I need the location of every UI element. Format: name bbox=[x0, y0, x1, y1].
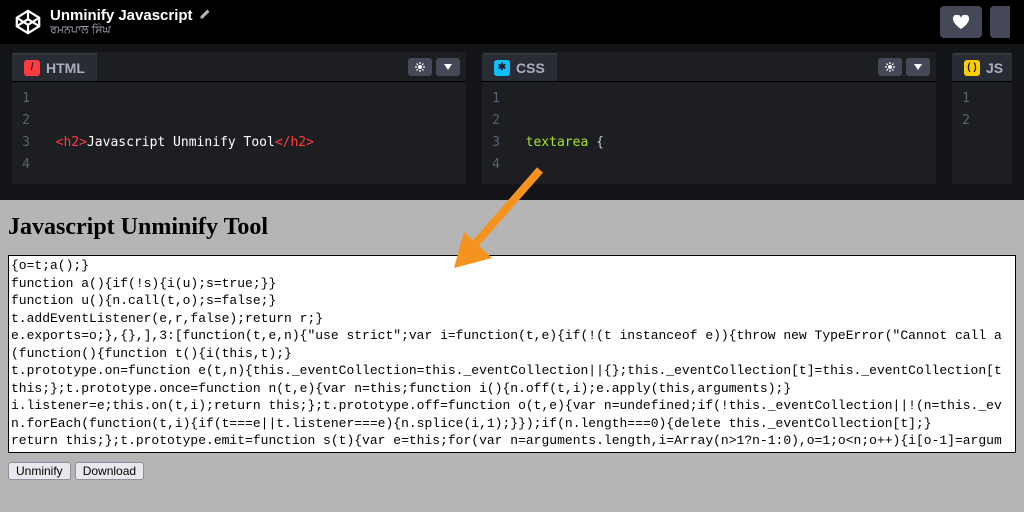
page-title: Javascript Unminify Tool bbox=[8, 214, 1016, 241]
html-dropdown-button[interactable] bbox=[436, 58, 460, 76]
js-editor-header: ( ) JS bbox=[952, 52, 1012, 82]
output-preview: Javascript Unminify Tool Unminify Downlo… bbox=[0, 200, 1024, 512]
css-editor-panel: ✱ CSS 1 2 3 4 textarea { bbox=[482, 52, 936, 184]
input-textarea[interactable] bbox=[8, 255, 1016, 453]
pen-title-area: Unminify Javascript ਰਮਨਪਾਲ ਸਿੰਘ bbox=[50, 7, 940, 37]
js-tab-label: JS bbox=[986, 60, 1003, 76]
pen-title[interactable]: Unminify Javascript bbox=[50, 7, 193, 24]
top-bar: Unminify Javascript ਰਮਨਪਾਲ ਸਿੰਘ bbox=[0, 0, 1024, 44]
css-dropdown-button[interactable] bbox=[906, 58, 930, 76]
html-settings-button[interactable] bbox=[408, 58, 432, 76]
html-tab-label: HTML bbox=[46, 60, 85, 76]
topbar-actions bbox=[940, 6, 1010, 38]
download-button[interactable]: Download bbox=[75, 462, 144, 480]
pencil-icon[interactable] bbox=[199, 7, 211, 24]
html-code-body[interactable]: 1 2 3 4 <h2>Javascript Unminify Tool</h2… bbox=[12, 82, 466, 184]
html-editor-panel: / HTML 1 2 3 4 <h2>Javascript Unminify T bbox=[12, 52, 466, 184]
html-tab[interactable]: / HTML bbox=[12, 53, 97, 81]
editors-row: / HTML 1 2 3 4 <h2>Javascript Unminify T bbox=[0, 44, 1024, 192]
html-badge-icon: / bbox=[24, 60, 40, 76]
css-code-body[interactable]: 1 2 3 4 textarea { width: 100%; height: … bbox=[482, 82, 936, 184]
js-tab[interactable]: ( ) JS bbox=[952, 53, 1012, 81]
css-editor-header: ✱ CSS bbox=[482, 52, 936, 82]
pen-author[interactable]: ਰਮਨਪਾਲ ਸਿੰਘ bbox=[50, 24, 940, 37]
css-badge-icon: ✱ bbox=[494, 60, 510, 76]
css-settings-button[interactable] bbox=[878, 58, 902, 76]
js-code-body[interactable]: 1 2 bbox=[952, 82, 1012, 184]
js-editor-panel: ( ) JS 1 2 bbox=[952, 52, 1012, 184]
html-editor-header: / HTML bbox=[12, 52, 466, 82]
codepen-logo-icon[interactable] bbox=[14, 8, 42, 36]
love-button[interactable] bbox=[940, 6, 982, 38]
css-tab[interactable]: ✱ CSS bbox=[482, 53, 557, 81]
js-badge-icon: ( ) bbox=[964, 60, 980, 76]
more-button[interactable] bbox=[990, 6, 1010, 38]
css-tab-label: CSS bbox=[516, 60, 545, 76]
unminify-button[interactable]: Unminify bbox=[8, 462, 71, 480]
